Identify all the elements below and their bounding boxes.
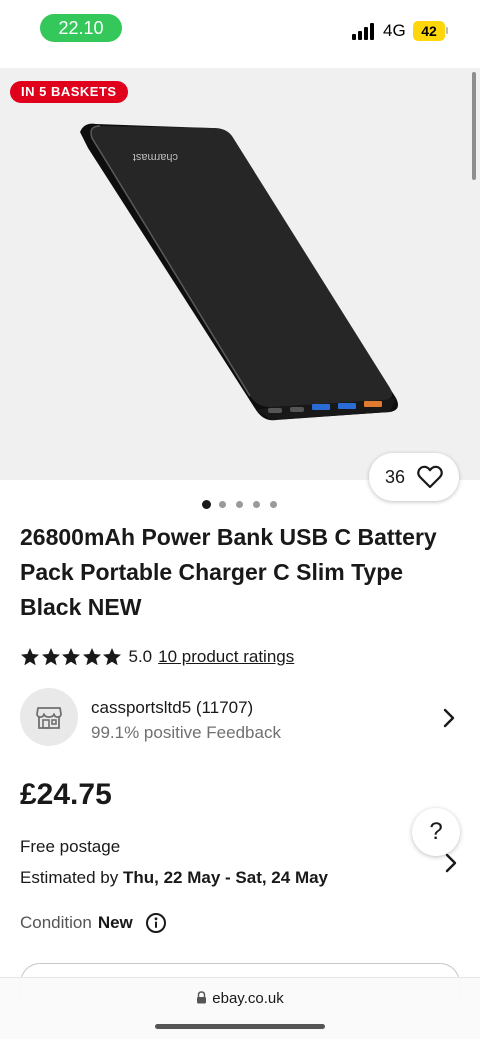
usb-c-port-icon <box>268 408 282 413</box>
baskets-badge: IN 5 BASKETS <box>10 81 128 103</box>
status-bar: 22.10 4G 42 <box>0 0 480 62</box>
pager-dot[interactable] <box>270 501 277 508</box>
usb-a-port-icon <box>312 404 330 410</box>
estimate-dates: Thu, 22 May - Sat, 24 May <box>123 868 329 887</box>
page-scrollbar[interactable] <box>472 72 476 180</box>
condition-row: Condition New <box>20 912 167 934</box>
pager-dot[interactable] <box>219 501 226 508</box>
postage-info: Free postage <box>20 837 121 856</box>
battery-cap <box>446 27 448 34</box>
brand-logo: charmast <box>133 151 178 163</box>
heart-icon <box>417 465 443 489</box>
chevron-right-icon <box>443 708 455 728</box>
seller-card[interactable]: cassportsltd5 (11707) 99.1% positive Fee… <box>20 688 465 748</box>
condition-value: New <box>97 913 133 932</box>
price: £24.75 <box>20 778 112 811</box>
usb-a-port-icon <box>364 401 382 407</box>
battery-icon: 42 <box>413 21 445 41</box>
power-bank-image: charmast <box>80 123 398 421</box>
browser-address-bar[interactable]: ebay.co.uk <box>0 977 480 1039</box>
seller-name: cassportsltd5 (11707) <box>91 698 254 717</box>
url-text: ebay.co.uk <box>212 990 284 1007</box>
seller-feedback: 99.1% positive Feedback <box>91 723 281 742</box>
home-indicator[interactable] <box>155 1024 325 1029</box>
condition-label: Condition <box>20 913 92 932</box>
product-rating[interactable]: 5.0 10 product ratings <box>20 645 294 669</box>
product-title: 26800mAh Power Bank USB C Battery Pack P… <box>20 524 437 620</box>
info-icon[interactable] <box>145 912 167 934</box>
usb-a-port-icon <box>338 403 356 409</box>
star-icon <box>41 648 60 666</box>
product-image-gallery[interactable]: IN 5 BASKETS charmast 36 <box>0 68 480 501</box>
avatar <box>20 688 78 746</box>
delivery-estimate[interactable]: Estimated by Thu, 22 May - Sat, 24 May <box>20 868 328 888</box>
usb-c-port-icon <box>290 407 304 412</box>
network-type: 4G <box>383 21 406 40</box>
watchlist-button[interactable]: 36 <box>369 453 459 501</box>
pager-dot[interactable] <box>202 500 211 509</box>
status-time: 22.10 <box>40 14 122 42</box>
star-icon <box>103 648 121 666</box>
chevron-right-icon[interactable] <box>444 853 458 873</box>
ratings-count-link[interactable]: 10 product ratings <box>158 647 294 667</box>
pager-dot[interactable] <box>253 501 260 508</box>
pager-dot[interactable] <box>236 501 243 508</box>
watch-count: 36 <box>385 467 406 487</box>
estimate-label: Estimated by <box>20 868 123 887</box>
signal-strength-icon <box>352 22 376 40</box>
rating-value: 5.0 <box>128 647 153 666</box>
star-icon <box>82 648 101 666</box>
star-icon <box>62 648 80 666</box>
lock-icon <box>197 991 207 1004</box>
star-icon <box>21 648 39 666</box>
help-button[interactable]: ? <box>412 808 460 856</box>
store-icon <box>36 707 62 729</box>
url-display[interactable]: ebay.co.uk <box>0 990 480 1007</box>
image-pager[interactable] <box>202 500 282 510</box>
rating-stars <box>20 647 123 667</box>
